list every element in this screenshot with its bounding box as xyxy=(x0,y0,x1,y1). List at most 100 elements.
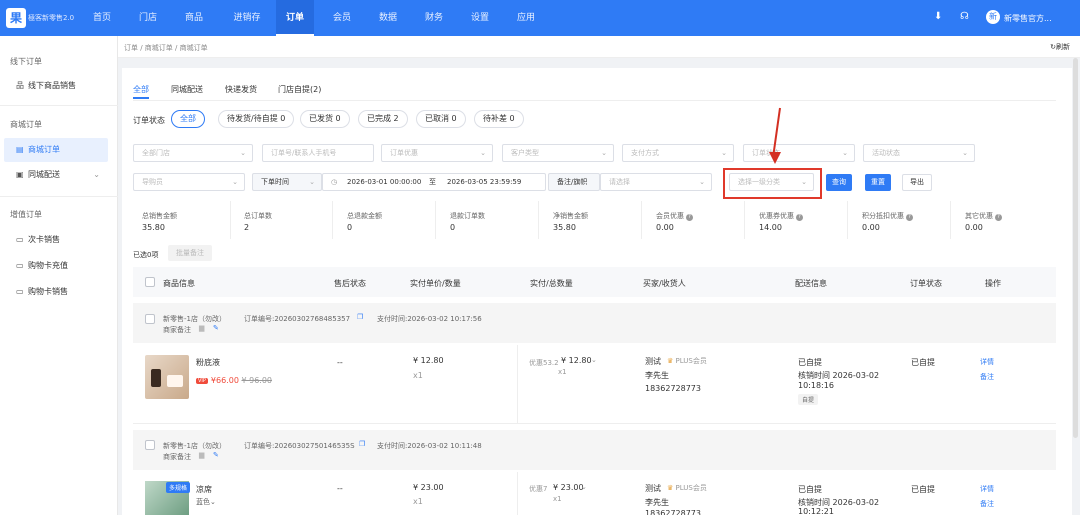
search-button[interactable]: 查询 xyxy=(826,174,852,191)
header-after-sale: 售后状态 xyxy=(334,279,366,288)
product-name[interactable]: 粉底液 xyxy=(196,357,220,368)
copy-icon[interactable]: ❐ xyxy=(357,313,363,321)
document-icon: ▤ xyxy=(16,145,24,154)
detail-link[interactable]: 详情 xyxy=(980,484,994,494)
chevron-down-icon: ⌄ xyxy=(232,178,238,186)
info-icon[interactable]: ? xyxy=(995,214,1002,221)
remark-select[interactable]: 请选择 ⌄ xyxy=(600,173,712,191)
time-type-select[interactable]: 下单时间 ⌄ xyxy=(252,173,322,191)
order-status-select[interactable]: 订单状态 ⌄ xyxy=(743,144,855,162)
sidebar-item-local-delivery[interactable]: ▣ 同城配送 ⌄ xyxy=(4,163,108,187)
remark-link[interactable]: 备注 xyxy=(980,372,994,382)
flag-icon[interactable]: ▆ xyxy=(199,324,204,332)
nav-home[interactable]: 首页 xyxy=(82,0,122,36)
sidebar-item-card-recharge[interactable]: ▭ 购物卡充值 xyxy=(4,254,108,278)
sidebar-item-card-sales[interactable]: ▭ 购物卡销售 xyxy=(4,280,108,304)
sidebar-item-label: 购物卡销售 xyxy=(28,287,68,296)
unit-price: ¥ 12.80 xyxy=(413,356,444,365)
refresh-button[interactable]: ↻刷新 xyxy=(1050,42,1070,52)
sidebar-item-label: 商城订单 xyxy=(28,145,60,154)
chevron-down-icon[interactable]: ⌄ xyxy=(591,356,597,364)
crown-icon: ♛ xyxy=(667,357,674,365)
sidebar-item-count-card[interactable]: ▭ 次卡销售 xyxy=(4,228,108,252)
card-icon: ▭ xyxy=(16,287,24,296)
order-checkbox[interactable] xyxy=(145,440,155,450)
verify-date: 核销时间 2026-03-02 xyxy=(798,371,880,380)
nav-members[interactable]: 会员 xyxy=(322,0,362,36)
edit-icon[interactable]: ✎ xyxy=(213,324,219,332)
avatar[interactable]: 新 xyxy=(986,10,1000,24)
nav-settings[interactable]: 设置 xyxy=(460,0,500,36)
store-select[interactable]: 全部门店 ⌄ xyxy=(133,144,253,162)
copy-icon[interactable]: ❐ xyxy=(359,440,365,448)
payment-method-select[interactable]: 支付方式 ⌄ xyxy=(622,144,734,162)
info-icon[interactable]: ? xyxy=(796,214,803,221)
nav-data[interactable]: 数据 xyxy=(368,0,408,36)
tab-local-delivery[interactable]: 同城配送 xyxy=(171,84,203,95)
nav-apps[interactable]: 应用 xyxy=(506,0,546,36)
tab-all[interactable]: 全部 xyxy=(133,84,149,95)
nav-products[interactable]: 商品 xyxy=(174,0,214,36)
status-pill-all[interactable]: 全部 xyxy=(171,110,205,128)
chevron-down-icon: ⌄ xyxy=(309,178,315,186)
tab-express[interactable]: 快递发货 xyxy=(225,84,257,95)
status-pill-pending[interactable]: 待发货/待自提 0 xyxy=(218,110,295,128)
customer-type-select[interactable]: 客户类型 ⌄ xyxy=(502,144,614,162)
order-status: 已自提 xyxy=(911,358,935,367)
order-number: 订单编号:20260302750146535S xyxy=(244,442,355,450)
order-checkbox[interactable] xyxy=(145,314,155,324)
status-pill-shipped[interactable]: 已发货 0 xyxy=(300,110,350,128)
activity-status-select[interactable]: 活动状态 ⌄ xyxy=(863,144,975,162)
nav-finance[interactable]: 财务 xyxy=(414,0,454,36)
headset-icon[interactable]: ☊ xyxy=(960,11,969,22)
nav-orders[interactable]: 订单 xyxy=(276,0,314,36)
remark-link[interactable]: 备注 xyxy=(980,499,994,509)
chevron-down-icon[interactable]: ⌄ xyxy=(581,483,587,491)
plus-member: ♛ PLUS会员 xyxy=(667,484,707,492)
info-icon[interactable]: ? xyxy=(906,214,913,221)
buyer-name[interactable]: 测试 xyxy=(645,483,661,494)
remark-flag-select[interactable]: 备注/旗帜 xyxy=(548,173,600,191)
detail-link[interactable]: 详情 xyxy=(980,357,994,367)
user-name[interactable]: 新零售官方... xyxy=(1004,13,1052,24)
download-icon[interactable]: ⬇ xyxy=(934,11,942,22)
sidebar-group-offline: 线下订单 xyxy=(10,57,42,66)
divider xyxy=(517,345,518,423)
status-pill-completed[interactable]: 已完成 2 xyxy=(358,110,408,128)
info-icon[interactable]: ? xyxy=(686,214,693,221)
status-pill-balance[interactable]: 待补差 0 xyxy=(474,110,524,128)
status-pill-cancelled[interactable]: 已取消 0 xyxy=(416,110,466,128)
delivery-status: 已自提 xyxy=(798,358,822,367)
chevron-down-icon: ⌄ xyxy=(480,149,486,157)
edit-icon[interactable]: ✎ xyxy=(213,451,219,459)
order-status-label: 订单状态 xyxy=(133,116,165,125)
divider xyxy=(0,105,118,106)
batch-remark-button[interactable]: 批量备注 xyxy=(168,245,212,261)
order-discount-select[interactable]: 订单优惠 ⌄ xyxy=(381,144,493,162)
scrollbar[interactable] xyxy=(1073,58,1078,438)
paid-quantity: x1 xyxy=(558,368,567,376)
product-name[interactable]: 凉席 xyxy=(196,484,212,495)
reset-button[interactable]: 重置 xyxy=(865,174,891,191)
guide-select[interactable]: 导购员 ⌄ xyxy=(133,173,245,191)
stat-total-refund: 总退款金额 0 xyxy=(338,201,436,239)
date-range-picker[interactable]: ◷ 2026-03-01 00:00:00 至 2026-03-05 23:59… xyxy=(322,173,546,191)
flag-icon[interactable]: ▆ xyxy=(199,451,204,459)
card-icon: ▭ xyxy=(16,261,24,270)
nav-inventory[interactable]: 进销存 xyxy=(224,0,270,36)
nav-store[interactable]: 门店 xyxy=(128,0,168,36)
export-button[interactable]: 导出 xyxy=(902,174,932,191)
receiver-phone: 18362728773 xyxy=(645,509,701,515)
sitemap-icon: 品 xyxy=(16,81,24,90)
product-spec[interactable]: 蓝色⌄ xyxy=(196,497,216,507)
receiver-name: 李先生 xyxy=(645,498,669,507)
quantity: x1 xyxy=(413,371,423,380)
tab-self-pickup[interactable]: 门店自提(2) xyxy=(278,84,321,95)
sidebar-group-mall: 商城订单 xyxy=(10,120,42,129)
sidebar-item-mall-orders[interactable]: ▤ 商城订单 xyxy=(4,138,108,162)
select-all-checkbox[interactable] xyxy=(145,277,155,287)
order-search-input[interactable]: 订单号/联系人手机号 xyxy=(262,144,374,162)
sidebar-item-offline-sales[interactable]: 品线下商品销售 xyxy=(4,74,108,98)
buyer-name[interactable]: 测试 xyxy=(645,356,661,367)
chevron-down-icon: ⌄ xyxy=(721,149,727,157)
